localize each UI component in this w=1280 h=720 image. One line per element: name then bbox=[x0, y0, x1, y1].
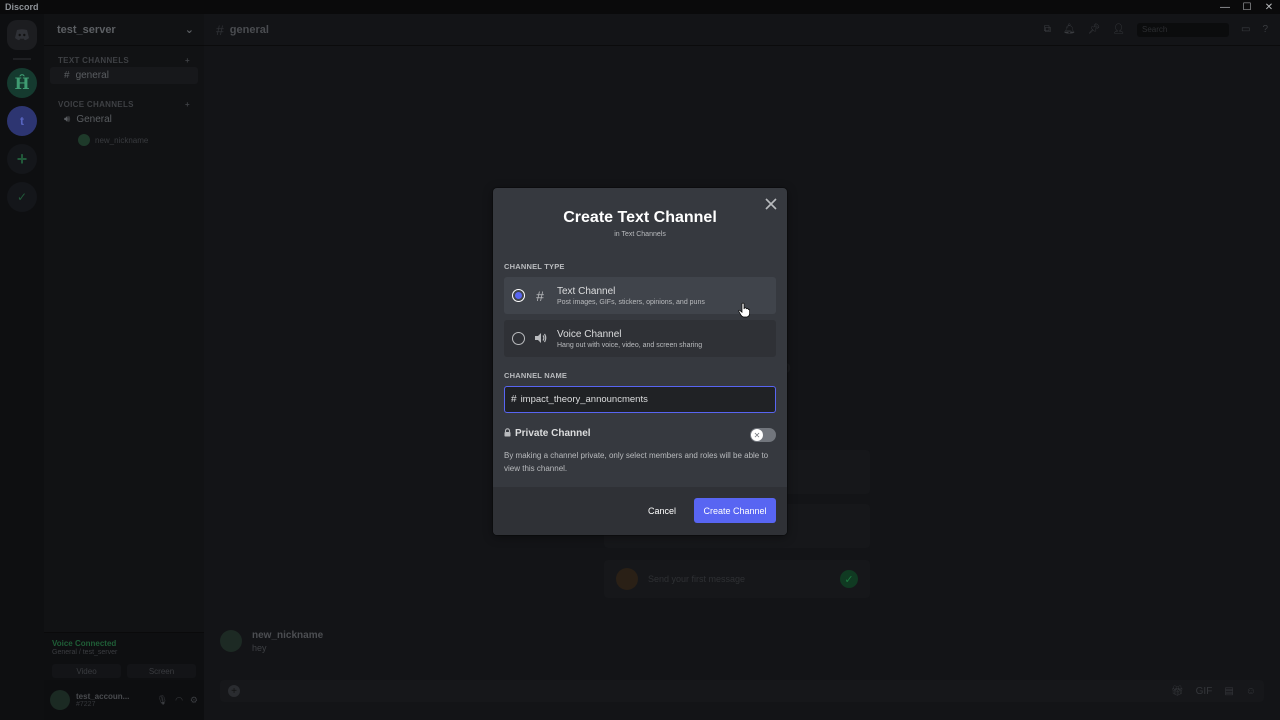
channel-name-input[interactable] bbox=[520, 394, 761, 405]
radio-selected[interactable] bbox=[512, 289, 525, 302]
cancel-button[interactable]: Cancel bbox=[643, 499, 681, 523]
channel-name-field[interactable]: # bbox=[504, 386, 776, 413]
option-desc: Hang out with voice, video, and screen s… bbox=[557, 341, 703, 349]
radio-unselected[interactable] bbox=[512, 332, 525, 345]
create-channel-button[interactable]: Create Channel bbox=[694, 498, 776, 523]
hash-icon: # bbox=[536, 287, 544, 304]
private-channel-toggle[interactable]: ✕ bbox=[750, 428, 776, 442]
option-text-channel[interactable]: # Text Channel Post images, GIFs, sticke… bbox=[504, 277, 776, 314]
modal-title: Create Text Channel bbox=[563, 209, 717, 226]
option-voice-channel[interactable]: Voice Channel Hang out with voice, video… bbox=[504, 320, 776, 357]
create-channel-modal: Create Text Channel in Text Channels CHA… bbox=[493, 188, 787, 535]
private-channel-description: By making a channel private, only select… bbox=[504, 451, 769, 473]
option-name: Voice Channel bbox=[557, 328, 622, 340]
modal-footer: Cancel Create Channel bbox=[493, 487, 787, 535]
hand-cursor-icon bbox=[738, 302, 750, 318]
speaker-icon bbox=[531, 331, 549, 347]
modal-subtitle: in Text Channels bbox=[614, 231, 666, 238]
hash-icon: # bbox=[511, 394, 517, 405]
option-desc: Post images, GIFs, stickers, opinions, a… bbox=[557, 298, 705, 306]
channel-type-label: CHANNEL TYPE bbox=[504, 262, 565, 271]
lock-icon bbox=[504, 428, 511, 439]
channel-name-label: CHANNEL NAME bbox=[504, 371, 568, 380]
private-channel-row: Private Channel ✕ bbox=[504, 428, 776, 442]
option-name: Text Channel bbox=[557, 285, 616, 297]
toggle-off-icon: ✕ bbox=[751, 429, 763, 441]
private-channel-label: Private Channel bbox=[515, 428, 591, 439]
